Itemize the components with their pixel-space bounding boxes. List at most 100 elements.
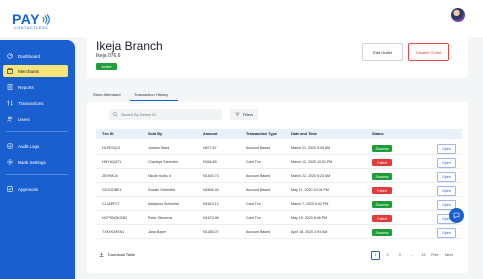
filters-button[interactable]: Filters [230, 109, 258, 120]
sold-by: Peter Okuneva [148, 216, 172, 220]
transaction-type: Card Txn [246, 202, 261, 206]
open-button[interactable]: Open [437, 186, 456, 196]
pagination: 1 2 3 ... 15 Prev Next [371, 250, 459, 260]
download-icon [99, 252, 104, 257]
branch-header-card: Ikeja Branch Ikeja 076.6 Active Edit Out… [87, 30, 468, 78]
table-row[interactable]: NCPSNOKGB2 Peter Okuneva N1673.98 Card T… [96, 213, 462, 225]
sold-by: Adolphus Schmeler [148, 202, 180, 206]
sidebar-item-dashboard[interactable]: Dashboard [0, 50, 75, 62]
download-table-button[interactable]: Download Table [99, 252, 135, 257]
transaction-history-panel: Filters Txn ID Sold By Amount Transactio… [87, 102, 468, 273]
txn-id: NCPSNOKGB2 [102, 216, 127, 220]
page-button[interactable]: 15 [419, 251, 428, 260]
page-ellipsis: ... [409, 253, 414, 257]
column-header: Status [372, 132, 384, 136]
open-button[interactable]: Open [437, 144, 456, 154]
tab-transaction-history[interactable]: Transaction History [134, 92, 168, 97]
txn-id: TXKHCMSN1 [102, 230, 125, 234]
search-box[interactable] [109, 109, 222, 120]
chat-icon [453, 212, 460, 219]
status-badge: Failed [372, 215, 392, 222]
search-icon [113, 112, 118, 117]
amount: N1673.98 [203, 216, 219, 220]
open-button[interactable]: Open [437, 158, 456, 168]
transaction-type: Account Based [246, 174, 271, 178]
txn-id: HLPESQJ1 [102, 146, 121, 150]
page-button[interactable]: 3 [395, 251, 404, 260]
tab-store-attendant[interactable]: Store Attendant [93, 92, 121, 97]
amount: N1463.73 [203, 174, 219, 178]
approvals-icon [7, 186, 13, 192]
chat-button[interactable] [449, 208, 464, 223]
prev-button[interactable]: Prev [431, 253, 439, 257]
sold-by: Nicole Kuhic II [148, 174, 171, 178]
page-button[interactable]: 1 [371, 250, 380, 260]
sidebar-item-audit-logs[interactable]: Audit Logs [0, 140, 75, 152]
status-badge: Active [96, 63, 117, 70]
table-row[interactable]: ZEVNKJ4 Nicole Kuhic II N1463.73 Account… [96, 171, 462, 183]
transaction-type: Card Txn [246, 216, 261, 220]
users-icon [7, 116, 13, 122]
filters-label: Filters [242, 112, 254, 117]
sidebar-item-label: Approvals [18, 186, 39, 192]
column-header: Txn ID [102, 132, 114, 136]
amount: N1383.07 [203, 230, 219, 234]
transactions-icon [7, 100, 13, 106]
page-button[interactable]: 2 [383, 251, 392, 260]
sidebar-item-transactions[interactable]: Transactions [0, 97, 75, 109]
sold-by: Charleys Schmeler [148, 160, 179, 164]
edit-outlet-button[interactable]: Edit Outlet [362, 43, 403, 61]
sidebar-item-label: Reports [18, 84, 34, 90]
branch-id: Ikeja 076.6 [96, 53, 121, 59]
sidebar-item-label: Audit Logs [18, 143, 40, 149]
sidebar-divider [6, 131, 68, 132]
sidebar-item-merchants[interactable]: Merchants [3, 65, 68, 77]
status-badge: Success [372, 229, 392, 236]
contactless-icon [42, 14, 50, 25]
column-header: Date and Time [291, 132, 317, 136]
active-tab-indicator [130, 100, 178, 101]
table-header: Txn ID Sold By Amount Transaction Type D… [96, 129, 462, 139]
search-input[interactable] [121, 112, 221, 117]
date-time: March 7, 2020 9:42 PM [291, 202, 329, 206]
disable-outlet-button[interactable]: Disable Outlet [408, 43, 449, 61]
sidebar-item-approvals[interactable]: Approvals [0, 183, 75, 195]
open-button[interactable]: Open [437, 228, 456, 238]
open-button[interactable]: Open [437, 172, 456, 182]
table-row[interactable]: HLPESQJ1 Jonann Ward N577.67 Account Bas… [96, 143, 462, 155]
page-title: Ikeja Branch [96, 39, 163, 53]
column-header: Transaction Type [246, 132, 277, 136]
sidebar-item-reports[interactable]: Reports [0, 81, 75, 93]
date-time: April 18, 2020 2:04 AM [291, 230, 328, 234]
date-time: May 15, 2020 8:46 PM [291, 216, 328, 220]
table-row[interactable]: CLJAPF2T Adolphus Schmeler N1613.12 Card… [96, 199, 462, 211]
sidebar-item-bank-settings[interactable]: Bank Settings [0, 156, 75, 168]
sidebar-divider [6, 174, 68, 175]
table-row[interactable]: TXKHCMSN1 Jana Bayer N1383.07 Account Ba… [96, 227, 462, 239]
amount: N577.67 [203, 146, 217, 150]
column-header: Sold By [148, 132, 163, 136]
brand-tagline: CONTACTLESS [14, 26, 49, 30]
table-row[interactable]: HNYUQAT1 Charleys Schmeler N346.89 Card … [96, 157, 462, 169]
sidebar-item-label: Bank Settings [18, 159, 46, 165]
amount: N2846.40 [203, 188, 219, 192]
status-badge: Failed [372, 187, 392, 194]
sidebar-item-users[interactable]: Users [0, 113, 75, 125]
download-label: Download Table [108, 252, 135, 257]
sold-by: Jonann Ward [148, 146, 170, 150]
sidebar-item-label: Merchants [18, 68, 40, 74]
transaction-type: Account Based [246, 230, 271, 234]
table-row[interactable]: GGJGDBE1 Gussie Greenfelt N2846.40 Accou… [96, 185, 462, 197]
date-time: March 12, 2020 10:51 PM [291, 160, 333, 164]
sidebar-item-label: Dashboard [18, 53, 41, 59]
amount: N1613.12 [203, 202, 219, 206]
brand-logo[interactable]: PAY CONTACTLESS [12, 11, 50, 30]
status-badge: Failed [372, 159, 392, 166]
transaction-type: Card Txn [246, 160, 261, 164]
amount: N346.89 [203, 160, 217, 164]
user-avatar[interactable] [451, 8, 465, 22]
next-button[interactable]: Next [445, 253, 453, 257]
sidebar-item-label: Users [18, 116, 30, 122]
filter-icon [235, 112, 240, 117]
brand-name: PAY [12, 11, 40, 27]
